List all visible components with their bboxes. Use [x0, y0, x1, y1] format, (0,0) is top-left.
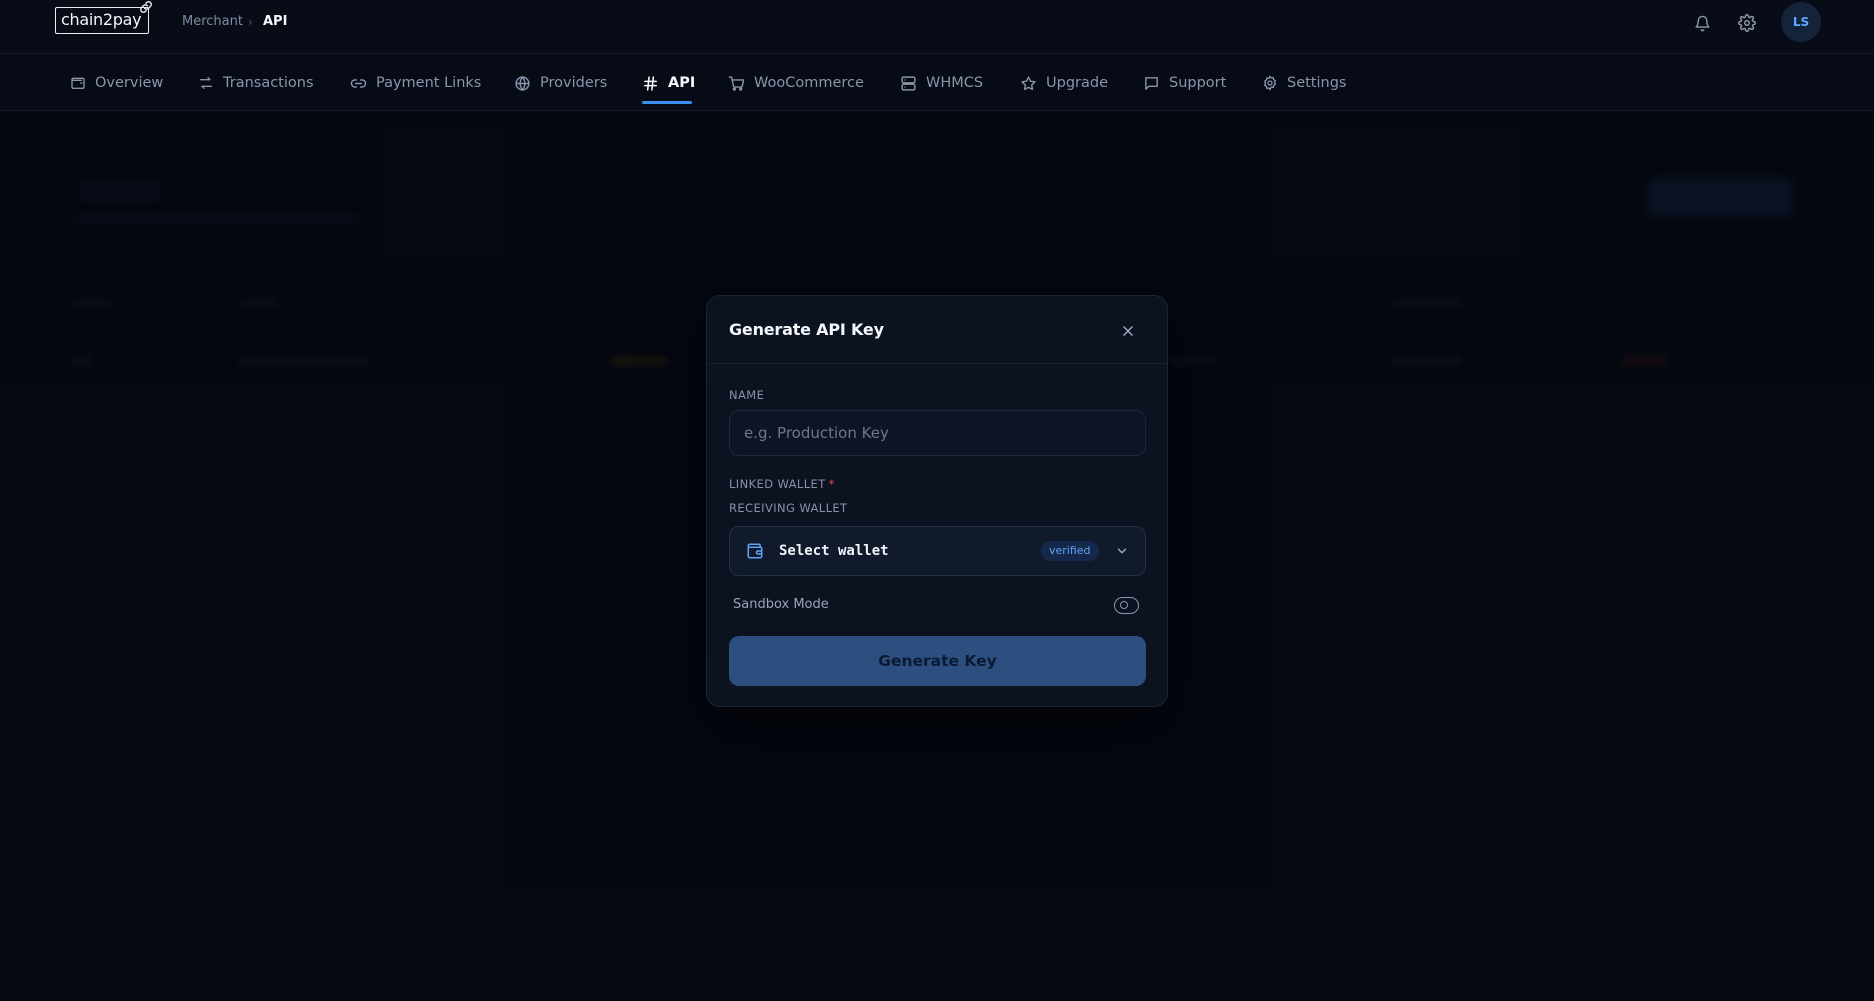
close-icon[interactable]	[1117, 320, 1139, 342]
nav-item-providers[interactable]: Providers	[514, 55, 607, 111]
arrows-swap-icon	[200, 77, 212, 89]
nav-label: Payment Links	[376, 75, 482, 91]
logo-text: chain2pay	[61, 10, 142, 29]
nav-item-payment-links[interactable]: Payment Links	[350, 55, 481, 111]
nav-item-overview[interactable]: Overview	[70, 55, 163, 111]
receiving-wallet-label: RECEIVING WALLET	[729, 501, 848, 515]
nav-item-upgrade[interactable]: Upgrade	[1020, 55, 1108, 111]
nav-label: Providers	[540, 75, 608, 91]
nav-label: Settings	[1287, 75, 1347, 91]
nav-item-whmcs[interactable]: WHMCS	[900, 55, 983, 111]
wallet-select-value: Select wallet	[779, 543, 889, 559]
required-asterisk: *	[828, 477, 835, 491]
name-input[interactable]	[729, 410, 1146, 456]
breadcrumb-separator: ›	[248, 15, 253, 29]
linked-wallet-label-text: LINKED WALLET	[729, 477, 826, 491]
linked-wallet-label: LINKED WALLET *	[729, 477, 835, 491]
nav-label: WHMCS	[926, 75, 984, 91]
nav-label: Support	[1169, 75, 1227, 91]
dialog-header: Generate API Key	[707, 296, 1167, 364]
globe-icon	[515, 75, 530, 91]
nav-item-woocommerce[interactable]: WooCommerce	[728, 55, 864, 111]
message-icon	[1145, 76, 1158, 90]
wallet-icon	[747, 543, 763, 559]
settings-gear-icon[interactable]	[1736, 12, 1758, 34]
nav-item-settings[interactable]: Settings	[1262, 55, 1346, 111]
wallet-select[interactable]: Select wallet verified	[729, 526, 1146, 576]
nav-label: Transactions	[223, 75, 314, 91]
active-tab-indicator	[642, 101, 692, 104]
notifications-bell-icon[interactable]	[1691, 12, 1713, 34]
star-icon	[1021, 75, 1036, 90]
nav-label: API	[668, 75, 696, 91]
hash-icon	[644, 75, 657, 91]
nav-label: WooCommerce	[754, 75, 864, 91]
generate-key-button[interactable]: Generate Key	[729, 636, 1146, 686]
verified-badge: verified	[1041, 541, 1099, 561]
sandbox-mode-label: Sandbox Mode	[733, 597, 829, 612]
breadcrumb-merchant[interactable]: Merchant	[182, 14, 243, 29]
toggle-knob	[1120, 601, 1128, 609]
sandbox-mode-toggle[interactable]	[1114, 597, 1139, 614]
cart-icon	[728, 75, 745, 91]
top-bar: chain2pay Merchant › API LS	[0, 0, 1874, 54]
breadcrumb-current: API	[263, 14, 288, 29]
nav-label: Upgrade	[1046, 75, 1108, 91]
gear-icon	[1264, 75, 1276, 91]
chain2pay-logo[interactable]: chain2pay	[55, 1, 152, 34]
link-icon	[350, 78, 367, 88]
main-nav: Overview Transactions Payment Links Prov…	[0, 55, 1874, 111]
chevron-down-icon	[1117, 548, 1127, 554]
nav-label: Overview	[95, 75, 164, 91]
user-avatar[interactable]: LS	[1781, 2, 1821, 42]
generate-api-key-dialog: Generate API Key NAME LINKED WALLET* REC…	[706, 295, 1168, 707]
link-icon	[140, 1, 152, 13]
dialog-title: Generate API Key	[729, 320, 884, 339]
wallet-icon	[71, 77, 85, 89]
server-icon	[901, 75, 916, 91]
nav-item-support[interactable]: Support	[1143, 55, 1226, 111]
nav-item-transactions[interactable]: Transactions	[198, 55, 314, 111]
name-label: NAME	[729, 388, 765, 402]
